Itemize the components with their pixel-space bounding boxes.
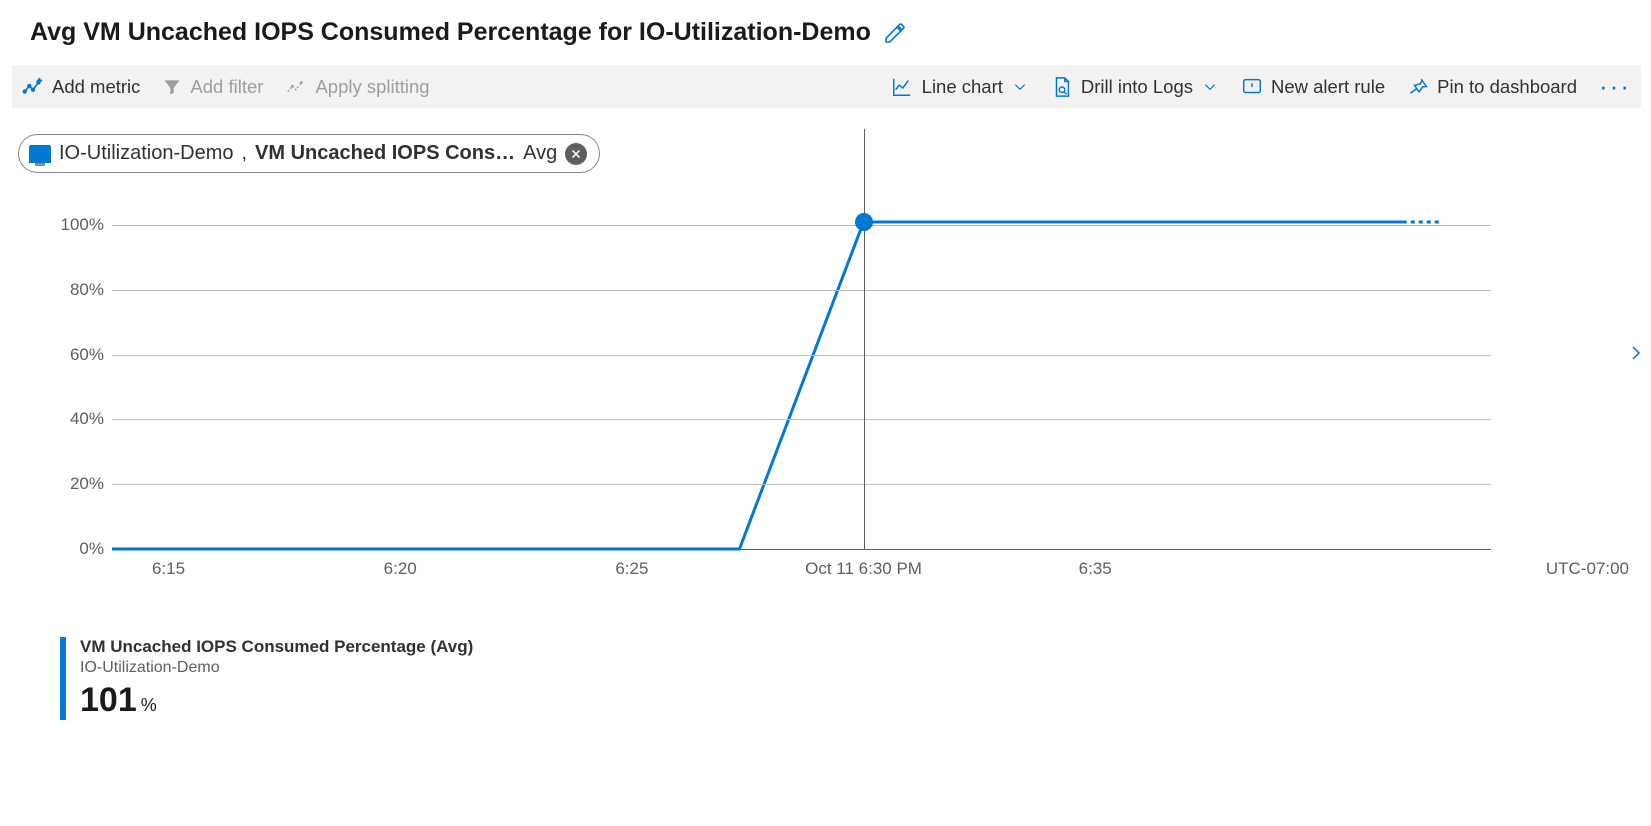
drill-logs-dropdown[interactable]: Drill into Logs xyxy=(1051,75,1219,99)
gridline xyxy=(112,290,1491,291)
chevron-down-icon xyxy=(1201,80,1219,94)
toolbar-right: Line chart Drill into Logs New alert rul… xyxy=(890,71,1631,102)
gridline xyxy=(112,484,1491,485)
gridline xyxy=(112,419,1491,420)
page-title: Avg VM Uncached IOPS Consumed Percentage… xyxy=(30,18,871,47)
gridline xyxy=(112,355,1491,356)
y-tick-label: 100% xyxy=(61,215,104,235)
legend-value: 101 xyxy=(80,681,137,720)
add-filter-label: Add filter xyxy=(190,76,263,98)
pill-metric: VM Uncached IOPS Cons… xyxy=(255,142,515,165)
toolbar: Add metric Add filter Apply splitting Li… xyxy=(12,65,1641,108)
filter-icon xyxy=(162,77,182,97)
title-row: Avg VM Uncached IOPS Consumed Percentage… xyxy=(30,18,1641,47)
x-tick-label: 6:20 xyxy=(384,559,417,579)
pin-button[interactable]: Pin to dashboard xyxy=(1407,76,1577,98)
plot-area[interactable] xyxy=(112,209,1491,549)
x-tick-label: 6:15 xyxy=(152,559,185,579)
y-tick-label: 20% xyxy=(70,474,104,494)
y-tick-label: 80% xyxy=(70,280,104,300)
line-chart-icon xyxy=(890,76,914,98)
x-tick-label: 6:35 xyxy=(1079,559,1112,579)
drill-logs-label: Drill into Logs xyxy=(1081,76,1193,98)
hover-marker-dot xyxy=(855,213,873,231)
add-metric-icon xyxy=(22,76,44,98)
timezone-label: UTC-07:00 xyxy=(1546,559,1629,579)
metric-pill-row: IO-Utilization-Demo, VM Uncached IOPS Co… xyxy=(18,134,1641,173)
ellipsis-icon: ··· xyxy=(1599,71,1631,102)
metric-pill[interactable]: IO-Utilization-Demo, VM Uncached IOPS Co… xyxy=(18,134,600,173)
line-series xyxy=(112,209,1491,549)
close-icon xyxy=(570,148,582,160)
new-alert-label: New alert rule xyxy=(1271,76,1385,98)
chart: 0% 20% 40% 60% 80% 100% 6:15 6:20 6:25 Oct 11 6:… xyxy=(12,209,1641,720)
more-button[interactable]: ··· xyxy=(1599,71,1631,102)
chevron-down-icon xyxy=(1011,80,1029,94)
x-axis-line xyxy=(112,549,1491,550)
legend-item[interactable]: VM Uncached IOPS Consumed Percentage (Av… xyxy=(60,637,473,720)
y-tick-label: 60% xyxy=(70,345,104,365)
x-tick-label: 6:25 xyxy=(615,559,648,579)
pencil-icon xyxy=(883,21,907,45)
y-axis: 0%20%40%60%80%100% xyxy=(12,209,110,549)
splitting-icon xyxy=(285,76,307,98)
toolbar-left: Add metric Add filter Apply splitting xyxy=(22,76,430,98)
chevron-right-icon xyxy=(1627,339,1645,367)
alert-icon xyxy=(1241,76,1263,98)
scroll-right-button[interactable] xyxy=(1627,339,1645,372)
remove-metric-button[interactable] xyxy=(565,143,587,165)
legend-resource: IO-Utilization-Demo xyxy=(80,659,473,677)
add-metric-button[interactable]: Add metric xyxy=(22,76,140,98)
pill-resource: IO-Utilization-Demo xyxy=(59,142,233,165)
add-metric-label: Add metric xyxy=(52,76,140,98)
chart-type-label: Line chart xyxy=(922,76,1003,98)
y-tick-label: 40% xyxy=(70,409,104,429)
legend: VM Uncached IOPS Consumed Percentage (Av… xyxy=(60,637,1641,720)
apply-splitting-label: Apply splitting xyxy=(315,76,429,98)
legend-title: VM Uncached IOPS Consumed Percentage (Av… xyxy=(80,637,473,657)
vm-icon xyxy=(29,145,51,163)
legend-unit: % xyxy=(141,695,157,716)
x-tick-label: Oct 11 6:30 PM xyxy=(805,559,922,579)
gridline xyxy=(112,225,1491,226)
edit-title-button[interactable] xyxy=(883,21,907,45)
hover-marker-line xyxy=(864,129,866,549)
chart-type-dropdown[interactable]: Line chart xyxy=(890,76,1029,98)
pin-icon xyxy=(1407,76,1429,98)
apply-splitting-button[interactable]: Apply splitting xyxy=(285,76,429,98)
y-tick-label: 0% xyxy=(79,539,104,559)
pin-label: Pin to dashboard xyxy=(1437,76,1577,98)
document-search-icon xyxy=(1051,75,1073,99)
pill-aggregation: Avg xyxy=(523,142,557,165)
new-alert-button[interactable]: New alert rule xyxy=(1241,76,1385,98)
add-filter-button[interactable]: Add filter xyxy=(162,76,263,98)
